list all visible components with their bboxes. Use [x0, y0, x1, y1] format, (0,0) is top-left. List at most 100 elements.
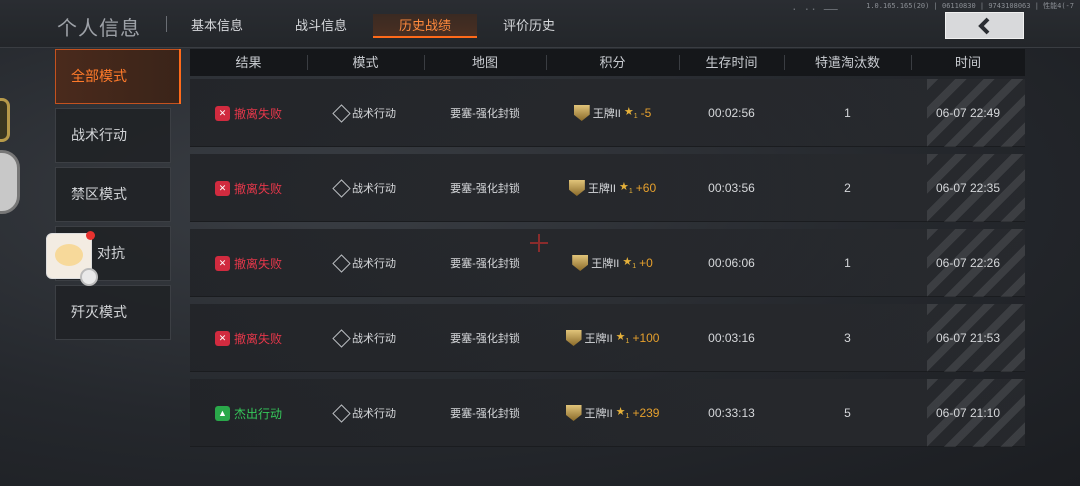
result-label: 撤离失败 — [233, 331, 282, 346]
score-delta: -5 — [640, 106, 652, 120]
match-time: 06-07 22:49 — [935, 106, 1001, 120]
survival-time: 00:33:13 — [708, 406, 755, 420]
left-edge-avatar[interactable] — [0, 150, 20, 214]
fail-icon: ✕ — [214, 105, 230, 121]
fail-icon: ✕ — [214, 330, 230, 346]
win-flame-icon: ▲ — [214, 405, 230, 421]
header-score: 积分 — [599, 55, 626, 70]
table-header: 结果 模式 地图 积分 生存时间 特遣淘汰数 时间 — [190, 49, 1025, 76]
rank-badge-icon — [572, 255, 589, 271]
mode-label: 战术行动 — [352, 408, 396, 420]
survival-time: 00:03:56 — [708, 181, 755, 195]
score-delta: +0 — [639, 256, 653, 270]
result-cell: ✕ 撤离失败 — [190, 79, 307, 147]
result-label: 撤离失败 — [233, 256, 282, 271]
mode-diamond-icon — [332, 328, 351, 348]
table-row[interactable]: ✕ 撤离失败 战术行动 要塞-强化封锁 王牌II ★1 +60 00:03:56… — [190, 154, 1025, 222]
system-info-text: 1.0.165.165(20) | 06110830 | 9743108063 … — [866, 2, 1074, 10]
active-indicator — [179, 49, 181, 104]
map-label: 要塞-强化封锁 — [450, 258, 520, 270]
table-row[interactable]: ▲ 杰出行动 战术行动 要塞-强化封锁 王牌II ★1 +239 00:33:1… — [190, 379, 1025, 447]
score-delta: +239 — [632, 406, 660, 420]
sidebar-item-label: 战术行动 — [71, 127, 127, 143]
survival-time: 00:06:06 — [708, 256, 755, 270]
mode-diamond-icon — [332, 253, 351, 273]
kills-count: 3 — [844, 331, 851, 345]
score-cell: 王牌II ★1 -5 — [546, 79, 679, 147]
crosshair-icon — [530, 234, 548, 252]
map-label: 要塞-强化封锁 — [450, 108, 520, 120]
rank-badge-icon — [565, 405, 582, 421]
title-divider — [166, 16, 167, 32]
kills-count: 1 — [844, 106, 851, 120]
mode-label: 战术行动 — [352, 183, 396, 195]
mode-cell: 战术行动 — [307, 229, 424, 297]
header-decoration: · ·· — — [792, 0, 840, 16]
header-kills: 特遣淘汰数 — [814, 55, 880, 70]
kills-count: 1 — [844, 256, 851, 270]
star-icon: ★1 — [622, 256, 637, 271]
score-delta: +60 — [635, 181, 657, 195]
fail-icon: ✕ — [214, 255, 230, 271]
mode-cell: 战术行动 — [307, 379, 424, 447]
score-delta: +100 — [632, 331, 660, 345]
sidebar-item-annihilation[interactable]: 歼灭模式 — [55, 285, 171, 340]
match-time: 06-07 22:26 — [935, 256, 1001, 270]
sticker-face-icon — [55, 244, 83, 266]
mode-cell: 战术行动 — [307, 79, 424, 147]
sidebar-item-tactical[interactable]: 战术行动 — [55, 108, 171, 163]
kills-count: 5 — [844, 406, 851, 420]
map-label: 要塞-强化封锁 — [450, 408, 520, 420]
mode-label: 战术行动 — [352, 333, 396, 345]
rank-name: 王牌II — [592, 108, 621, 120]
rank-name: 王牌II — [591, 258, 620, 270]
sticker-mini-avatar[interactable] — [80, 268, 98, 286]
mode-cell: 战术行动 — [307, 304, 424, 372]
sidebar-item-all-modes[interactable]: 全部模式 — [55, 49, 181, 104]
result-label: 撤离失败 — [233, 181, 282, 196]
result-cell: ▲ 杰出行动 — [190, 379, 307, 447]
tab-basic-info[interactable]: 基本信息 — [178, 14, 256, 38]
star-icon: ★1 — [623, 106, 638, 121]
result-label: 杰出行动 — [233, 406, 282, 421]
table-row[interactable]: ✕ 撤离失败 战术行动 要塞-强化封锁 王牌II ★1 -5 00:02:56 … — [190, 79, 1025, 147]
kills-count: 2 — [844, 181, 851, 195]
sidebar-item-restricted[interactable]: 禁区模式 — [55, 167, 171, 222]
sidebar-item-label: 歼灭模式 — [71, 304, 127, 320]
header-map: 地图 — [471, 55, 498, 70]
star-icon: ★1 — [615, 406, 630, 421]
tab-rating-history[interactable]: 评价历史 — [490, 14, 568, 38]
header-time: 时间 — [954, 55, 981, 70]
match-time: 06-07 21:53 — [935, 331, 1001, 345]
result-cell: ✕ 撤离失败 — [190, 304, 307, 372]
header-mode: 模式 — [352, 55, 379, 70]
tab-match-history[interactable]: 历史战绩 — [373, 14, 477, 38]
tab-battle-info[interactable]: 战斗信息 — [282, 14, 360, 38]
left-edge-rank-icon[interactable] — [0, 98, 10, 142]
rank-name: 王牌II — [584, 333, 613, 345]
fail-icon: ✕ — [214, 180, 230, 196]
star-icon: ★1 — [615, 331, 630, 346]
mode-label: 战术行动 — [352, 108, 396, 120]
result-label: 撤离失败 — [233, 106, 282, 121]
match-time: 06-07 21:10 — [935, 406, 1001, 420]
back-button[interactable] — [945, 12, 1024, 39]
mode-diamond-icon — [332, 178, 351, 198]
rank-badge-icon — [565, 330, 582, 346]
back-arrow-icon — [977, 17, 989, 34]
score-cell: 王牌II ★1 +100 — [546, 304, 679, 372]
star-icon: ★1 — [618, 181, 633, 196]
map-label: 要塞-强化封锁 — [450, 183, 520, 195]
result-cell: ✕ 撤离失败 — [190, 154, 307, 222]
rank-name: 王牌II — [584, 408, 613, 420]
table-row[interactable]: ✕ 撤离失败 战术行动 要塞-强化封锁 王牌II ★1 +0 00:06:06 … — [190, 229, 1025, 297]
table-row[interactable]: ✕ 撤离失败 战术行动 要塞-强化封锁 王牌II ★1 +100 00:03:1… — [190, 304, 1025, 372]
rank-name: 王牌II — [587, 183, 616, 195]
result-cell: ✕ 撤离失败 — [190, 229, 307, 297]
top-bar: 个人信息 基本信息 战斗信息 历史战绩 评价历史 · ·· — 1.0.165.… — [0, 0, 1080, 48]
header-survival-time: 生存时间 — [705, 55, 758, 70]
page-title: 个人信息 — [57, 18, 141, 40]
mode-cell: 战术行动 — [307, 154, 424, 222]
survival-time: 00:03:16 — [708, 331, 755, 345]
sidebar-item-label: 禁区模式 — [71, 186, 127, 202]
